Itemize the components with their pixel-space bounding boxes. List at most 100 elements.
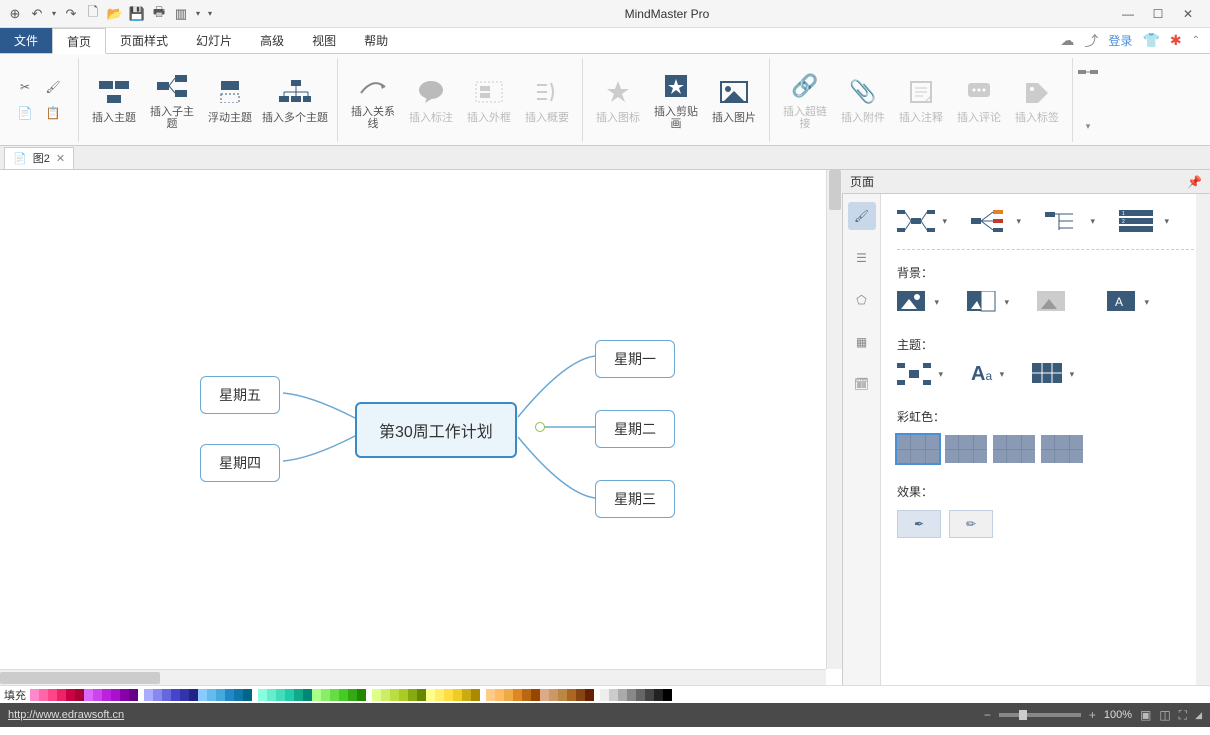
- insert-tag-button[interactable]: 插入标签: [1008, 74, 1066, 126]
- color-chip[interactable]: [495, 689, 504, 701]
- color-chip[interactable]: [111, 689, 120, 701]
- color-chip[interactable]: [390, 689, 399, 701]
- insert-subtopic-button[interactable]: 插入子主题: [143, 68, 201, 132]
- color-chip[interactable]: [549, 689, 558, 701]
- color-chip[interactable]: [357, 689, 366, 701]
- login-link[interactable]: 登录: [1108, 32, 1132, 49]
- menu-slideshow[interactable]: 幻灯片: [182, 28, 246, 53]
- ribbon-overflow[interactable]: ▾: [1073, 60, 1103, 140]
- sidetab-clipart[interactable]: ▦: [848, 328, 876, 356]
- insert-image-button[interactable]: 插入图片: [705, 74, 763, 126]
- scrollbar-horizontal[interactable]: [0, 669, 826, 685]
- view-page[interactable]: ◫: [1159, 708, 1170, 722]
- insert-topic-button[interactable]: 插入主题: [85, 74, 143, 126]
- color-chip[interactable]: [618, 689, 627, 701]
- menu-help[interactable]: 帮助: [350, 28, 402, 53]
- topic-style[interactable]: ▾: [897, 363, 931, 388]
- color-chip[interactable]: [462, 689, 471, 701]
- view-resize[interactable]: ◢: [1195, 710, 1202, 721]
- copy-button[interactable]: 📄: [14, 102, 36, 124]
- color-chip[interactable]: [84, 689, 93, 701]
- share-icon[interactable]: ⤴: [1084, 31, 1098, 51]
- insert-hyperlink-button[interactable]: 🔗 插入超链接: [776, 68, 834, 132]
- node-friday[interactable]: 星期五: [200, 376, 280, 414]
- undo-dropdown[interactable]: ▾: [50, 5, 58, 23]
- color-chip[interactable]: [435, 689, 444, 701]
- menu-home[interactable]: 首页: [52, 28, 106, 54]
- scrollbar-vertical[interactable]: [826, 170, 842, 669]
- sidetab-outline[interactable]: ☰: [848, 244, 876, 272]
- sidetab-style[interactable]: 🖌: [848, 202, 876, 230]
- color-chip[interactable]: [381, 689, 390, 701]
- color-chip[interactable]: [57, 689, 66, 701]
- cloud-icon[interactable]: ☁: [1060, 32, 1074, 49]
- color-chip[interactable]: [225, 689, 234, 701]
- node-handle-right[interactable]: [535, 422, 545, 432]
- save-button[interactable]: 💾: [128, 5, 146, 23]
- color-chip[interactable]: [645, 689, 654, 701]
- color-chip[interactable]: [243, 689, 252, 701]
- color-chip[interactable]: [444, 689, 453, 701]
- menu-page-style[interactable]: 页面样式: [106, 28, 182, 53]
- node-thursday[interactable]: 星期四: [200, 444, 280, 482]
- color-chip[interactable]: [600, 689, 609, 701]
- color-chip[interactable]: [234, 689, 243, 701]
- print-button[interactable]: 🖶: [150, 5, 168, 23]
- minimize-button[interactable]: —: [1114, 4, 1142, 24]
- color-chip[interactable]: [339, 689, 348, 701]
- menu-file[interactable]: 文件: [0, 28, 52, 53]
- rainbow-1[interactable]: [897, 435, 939, 463]
- color-chip[interactable]: [48, 689, 57, 701]
- color-chip[interactable]: [417, 689, 426, 701]
- redo-button[interactable]: ↷: [62, 5, 80, 23]
- pin-icon[interactable]: 📌: [1187, 175, 1202, 189]
- color-chip[interactable]: [39, 689, 48, 701]
- color-chip[interactable]: [312, 689, 321, 701]
- insert-icon-button[interactable]: 插入图标: [589, 74, 647, 126]
- color-chip[interactable]: [627, 689, 636, 701]
- node-center[interactable]: 第30周工作计划: [355, 402, 517, 458]
- export-button[interactable]: ▥: [172, 5, 190, 23]
- sidetab-task[interactable]: 🗓: [848, 370, 876, 398]
- color-chip[interactable]: [504, 689, 513, 701]
- bg-image[interactable]: ▾: [897, 291, 927, 316]
- color-chip[interactable]: [144, 689, 153, 701]
- side-scroll[interactable]: [1196, 194, 1210, 685]
- color-chip[interactable]: [585, 689, 594, 701]
- cut-button[interactable]: ✂: [14, 76, 36, 98]
- color-chip[interactable]: [267, 689, 276, 701]
- zoom-slider[interactable]: [999, 713, 1081, 717]
- canvas[interactable]: 第30周工作计划 星期一 星期二 星期三 星期四 星期五: [0, 170, 842, 685]
- color-chip[interactable]: [531, 689, 540, 701]
- menu-view[interactable]: 视图: [298, 28, 350, 53]
- color-chip[interactable]: [180, 689, 189, 701]
- node-wednesday[interactable]: 星期三: [595, 480, 675, 518]
- color-chip[interactable]: [567, 689, 576, 701]
- bg-watermark[interactable]: A▾: [1107, 291, 1137, 316]
- layout-tree[interactable]: ▾: [1045, 210, 1083, 235]
- effect-pen[interactable]: ✒: [897, 510, 941, 538]
- insert-relation-button[interactable]: 插入关系线: [344, 68, 402, 132]
- color-chip[interactable]: [372, 689, 381, 701]
- rainbow-4[interactable]: [1041, 435, 1083, 463]
- doc-tab[interactable]: 📄 图2 ✕: [4, 147, 74, 169]
- color-chip[interactable]: [471, 689, 480, 701]
- color-chip[interactable]: [654, 689, 663, 701]
- color-chip[interactable]: [216, 689, 225, 701]
- globe-icon[interactable]: ⊕: [6, 5, 24, 23]
- insert-note-button[interactable]: 插入注释: [892, 74, 950, 126]
- menu-advanced[interactable]: 高级: [246, 28, 298, 53]
- topic-font[interactable]: Aa▾: [971, 363, 992, 388]
- color-chip[interactable]: [513, 689, 522, 701]
- rainbow-3[interactable]: [993, 435, 1035, 463]
- insert-summary-button[interactable]: 插入概要: [518, 74, 576, 126]
- color-chip[interactable]: [540, 689, 549, 701]
- insert-attachment-button[interactable]: 📎 插入附件: [834, 74, 892, 126]
- color-chip[interactable]: [321, 689, 330, 701]
- color-chip[interactable]: [198, 689, 207, 701]
- view-fit[interactable]: ▣: [1140, 708, 1151, 722]
- color-chip[interactable]: [162, 689, 171, 701]
- color-chip[interactable]: [93, 689, 102, 701]
- color-chip[interactable]: [453, 689, 462, 701]
- color-chip[interactable]: [663, 689, 672, 701]
